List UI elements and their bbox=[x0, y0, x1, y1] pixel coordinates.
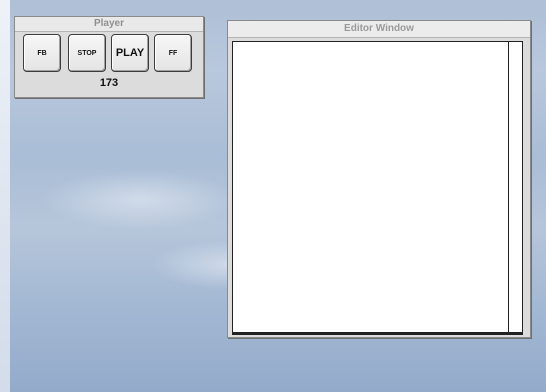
rewind-button[interactable]: FB bbox=[23, 34, 61, 72]
editor-bottom-border bbox=[232, 333, 523, 335]
desktop-edge bbox=[0, 0, 10, 392]
frame-counter: 173 bbox=[99, 77, 119, 89]
editor-title[interactable]: Editor Window bbox=[228, 21, 530, 38]
editor-window[interactable]: Editor Window bbox=[227, 20, 531, 338]
player-title[interactable]: Player bbox=[15, 17, 203, 32]
desktop-cloud bbox=[40, 170, 240, 230]
editor-scrollbar[interactable] bbox=[509, 41, 523, 333]
editor-text-area[interactable] bbox=[232, 41, 509, 333]
player-window[interactable]: Player FB STOP PLAY FF 173 bbox=[14, 16, 204, 98]
fast-forward-button[interactable]: FF bbox=[154, 34, 192, 72]
play-button[interactable]: PLAY bbox=[111, 34, 149, 72]
stop-button[interactable]: STOP bbox=[68, 34, 106, 72]
